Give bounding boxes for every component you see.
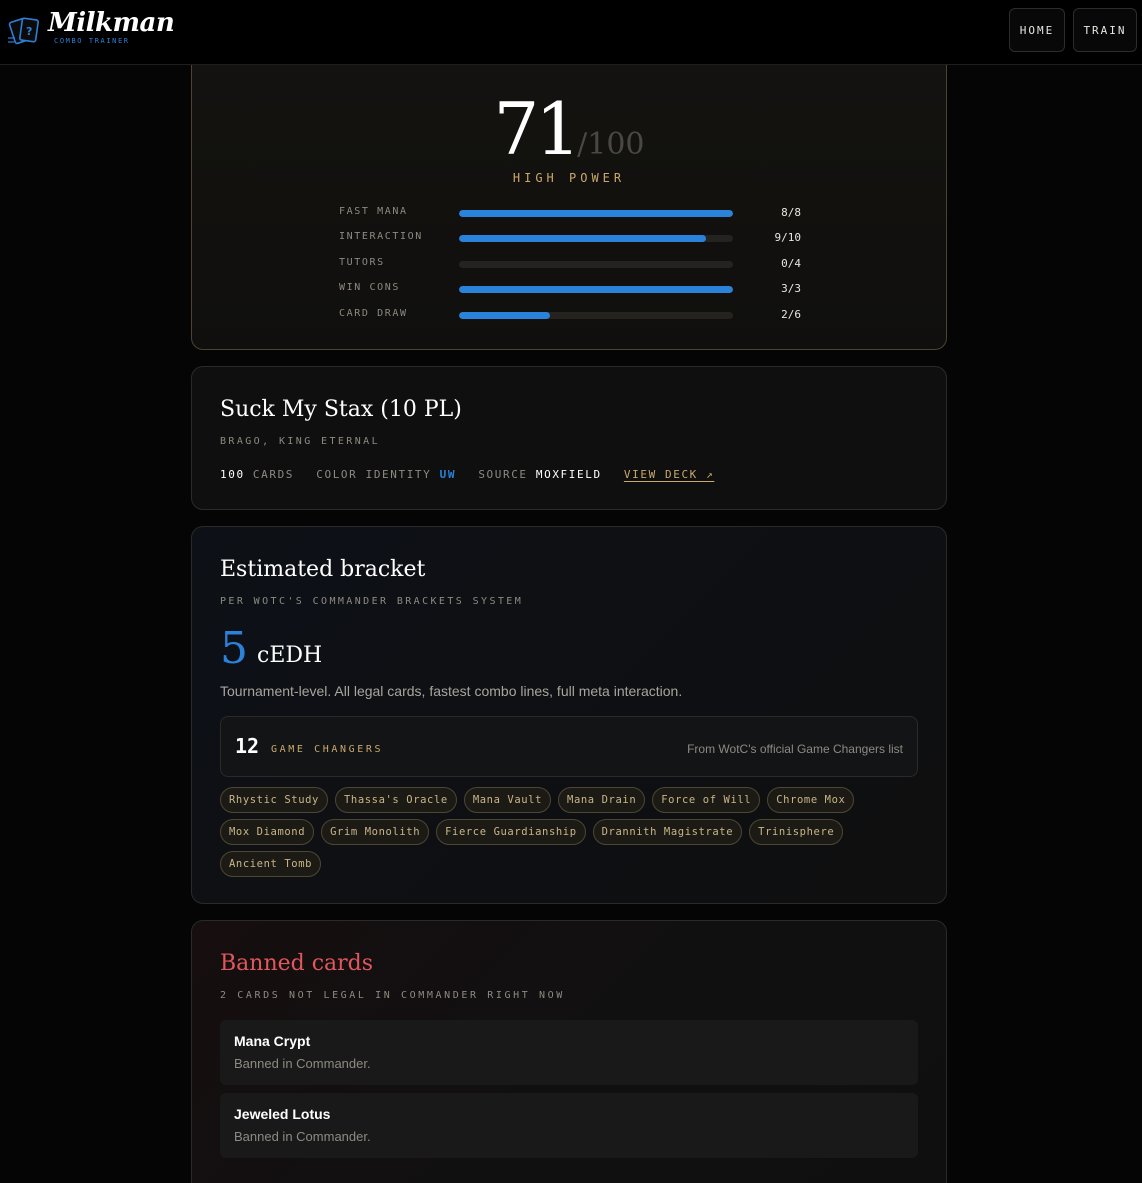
banned-card-name: Jeweled Lotus (234, 1106, 331, 1122)
card-stack-icon: ? (8, 17, 39, 45)
stat-bar-fill (459, 235, 706, 242)
stat-row-fast-mana: FAST MANA 8/8 (339, 206, 801, 220)
bracket-subtitle: PER WOTC'S COMMANDER BRACKETS SYSTEM (220, 596, 524, 607)
stat-label: FAST MANA (339, 206, 408, 217)
stat-label: INTERACTION (339, 231, 423, 242)
stat-bar-fill (459, 210, 733, 217)
stat-label: TUTORS (339, 257, 385, 268)
banned-card-reason: Banned in Commander. (234, 1056, 371, 1071)
svg-text:?: ? (26, 25, 32, 38)
bracket-number: 5 (220, 623, 248, 674)
game-changers-summary: 12 GAME CHANGERS From WotC's official Ga… (220, 716, 918, 777)
stat-bar-fill (459, 312, 551, 319)
bracket-name: cEDH (257, 643, 323, 668)
stat-bar (459, 235, 733, 242)
bracket-title: Estimated bracket (220, 557, 426, 582)
deck-commander: BRAGO, KING ETERNAL (220, 436, 380, 447)
view-deck-link[interactable]: VIEW DECK ↗ (624, 468, 714, 481)
bracket-description: Tournament-level. All legal cards, faste… (220, 683, 683, 699)
power-score: 71/100 (192, 87, 946, 171)
game-changer-chip[interactable]: Mana Vault (463, 787, 552, 813)
game-changers-note: From WotC's official Game Changers list (687, 742, 903, 756)
game-changer-chip[interactable]: Force of Will (652, 787, 761, 813)
game-changers-label: GAME CHANGERS (271, 744, 384, 755)
stat-bar (459, 210, 733, 217)
banned-card-name: Mana Crypt (234, 1033, 311, 1049)
source-label: SOURCE (478, 468, 528, 481)
game-changers-count: 12 (235, 734, 260, 758)
card-count-label: CARDS (252, 468, 295, 481)
game-changer-chip[interactable]: Rhystic Study (220, 787, 328, 813)
stat-row-win-cons: WIN CONS 3/3 (339, 282, 801, 296)
color-identity-label: COLOR IDENTITY (316, 468, 432, 481)
bracket-card: Estimated bracket PER WOTC'S COMMANDER B… (191, 526, 947, 904)
banned-card-reason: Banned in Commander. (234, 1129, 371, 1144)
source-value: MOXFIELD (535, 468, 602, 481)
game-changer-chip[interactable]: Grim Monolith (321, 819, 430, 845)
banned-card-item[interactable]: Jeweled Lotus Banned in Commander. (220, 1093, 918, 1158)
banned-card-item[interactable]: Mana Crypt Banned in Commander. (220, 1020, 918, 1085)
game-changer-chip[interactable]: Drannith Magistrate (592, 819, 743, 845)
stat-row-interaction: INTERACTION 9/10 (339, 231, 801, 245)
brand-logo[interactable]: ? Milkman COMBO TRAINER (8, 8, 175, 50)
power-score-card: 71/100 HIGH POWER FAST MANA 8/8 INTERACT… (191, 40, 947, 350)
banned-title: Banned cards (220, 951, 374, 976)
stat-value: 9/10 (774, 231, 802, 244)
stat-row-tutors: TUTORS 0/4 (339, 257, 801, 271)
stat-bar (459, 261, 733, 268)
game-changer-chip[interactable]: Thassa's Oracle (334, 787, 457, 813)
stat-value: 0/4 (781, 257, 801, 270)
stat-value: 2/6 (781, 308, 801, 321)
stat-bar (459, 312, 733, 319)
game-changer-chip[interactable]: Mana Drain (558, 787, 646, 813)
game-changer-chip[interactable]: Fierce Guardianship (436, 819, 586, 845)
score-value: 71 (493, 87, 582, 171)
deck-title: Suck My Stax (10 PL) (220, 397, 462, 422)
banned-subtitle: 2 CARDS NOT LEGAL IN COMMANDER RIGHT NOW (220, 990, 565, 1001)
stat-label: WIN CONS (339, 282, 400, 293)
nav-home-button[interactable]: HOME (1009, 8, 1065, 52)
game-changer-chip[interactable]: Mox Diamond (220, 819, 315, 845)
game-changer-chip[interactable]: Ancient Tomb (220, 851, 322, 877)
card-count: 100 (220, 468, 245, 481)
deck-meta: 100 CARDS COLOR IDENTITY UW SOURCE MOXFI… (220, 468, 714, 481)
stat-value: 8/8 (781, 206, 801, 219)
game-changer-chips: Rhystic Study Thassa's Oracle Mana Vault… (220, 787, 920, 877)
stat-value: 3/3 (781, 282, 801, 295)
stat-row-card-draw: CARD DRAW 2/6 (339, 308, 801, 322)
banned-cards-card: Banned cards 2 CARDS NOT LEGAL IN COMMAN… (191, 920, 947, 1183)
game-changer-chip[interactable]: Chrome Mox (767, 787, 855, 813)
score-max: /100 (577, 127, 645, 162)
stat-bar-fill (459, 286, 733, 293)
brand-name: Milkman (48, 8, 175, 38)
power-tier: HIGH POWER (512, 171, 626, 185)
deck-info-card: Suck My Stax (10 PL) BRAGO, KING ETERNAL… (191, 366, 947, 510)
game-changer-chip[interactable]: Trinisphere (749, 819, 844, 845)
stat-bar (459, 286, 733, 293)
nav-train-button[interactable]: TRAIN (1073, 8, 1137, 52)
top-bar: ? Milkman COMBO TRAINER HOME TRAIN (0, 0, 1142, 65)
stat-label: CARD DRAW (339, 308, 408, 319)
color-identity-value: UW (439, 468, 457, 481)
brand-subtitle: COMBO TRAINER (54, 37, 130, 45)
